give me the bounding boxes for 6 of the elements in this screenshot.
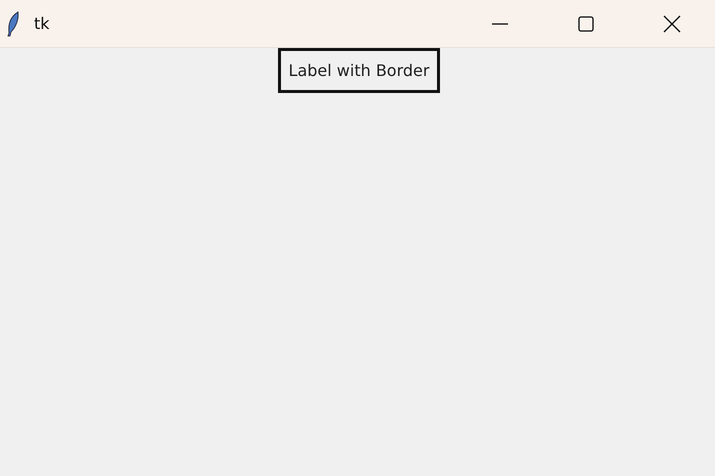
close-icon <box>663 14 681 32</box>
bordered-label: Label with Border <box>278 48 440 93</box>
minimize-icon <box>491 22 509 24</box>
feather-icon <box>6 10 20 36</box>
window-title: tk <box>34 14 51 33</box>
maximize-icon <box>577 14 595 32</box>
